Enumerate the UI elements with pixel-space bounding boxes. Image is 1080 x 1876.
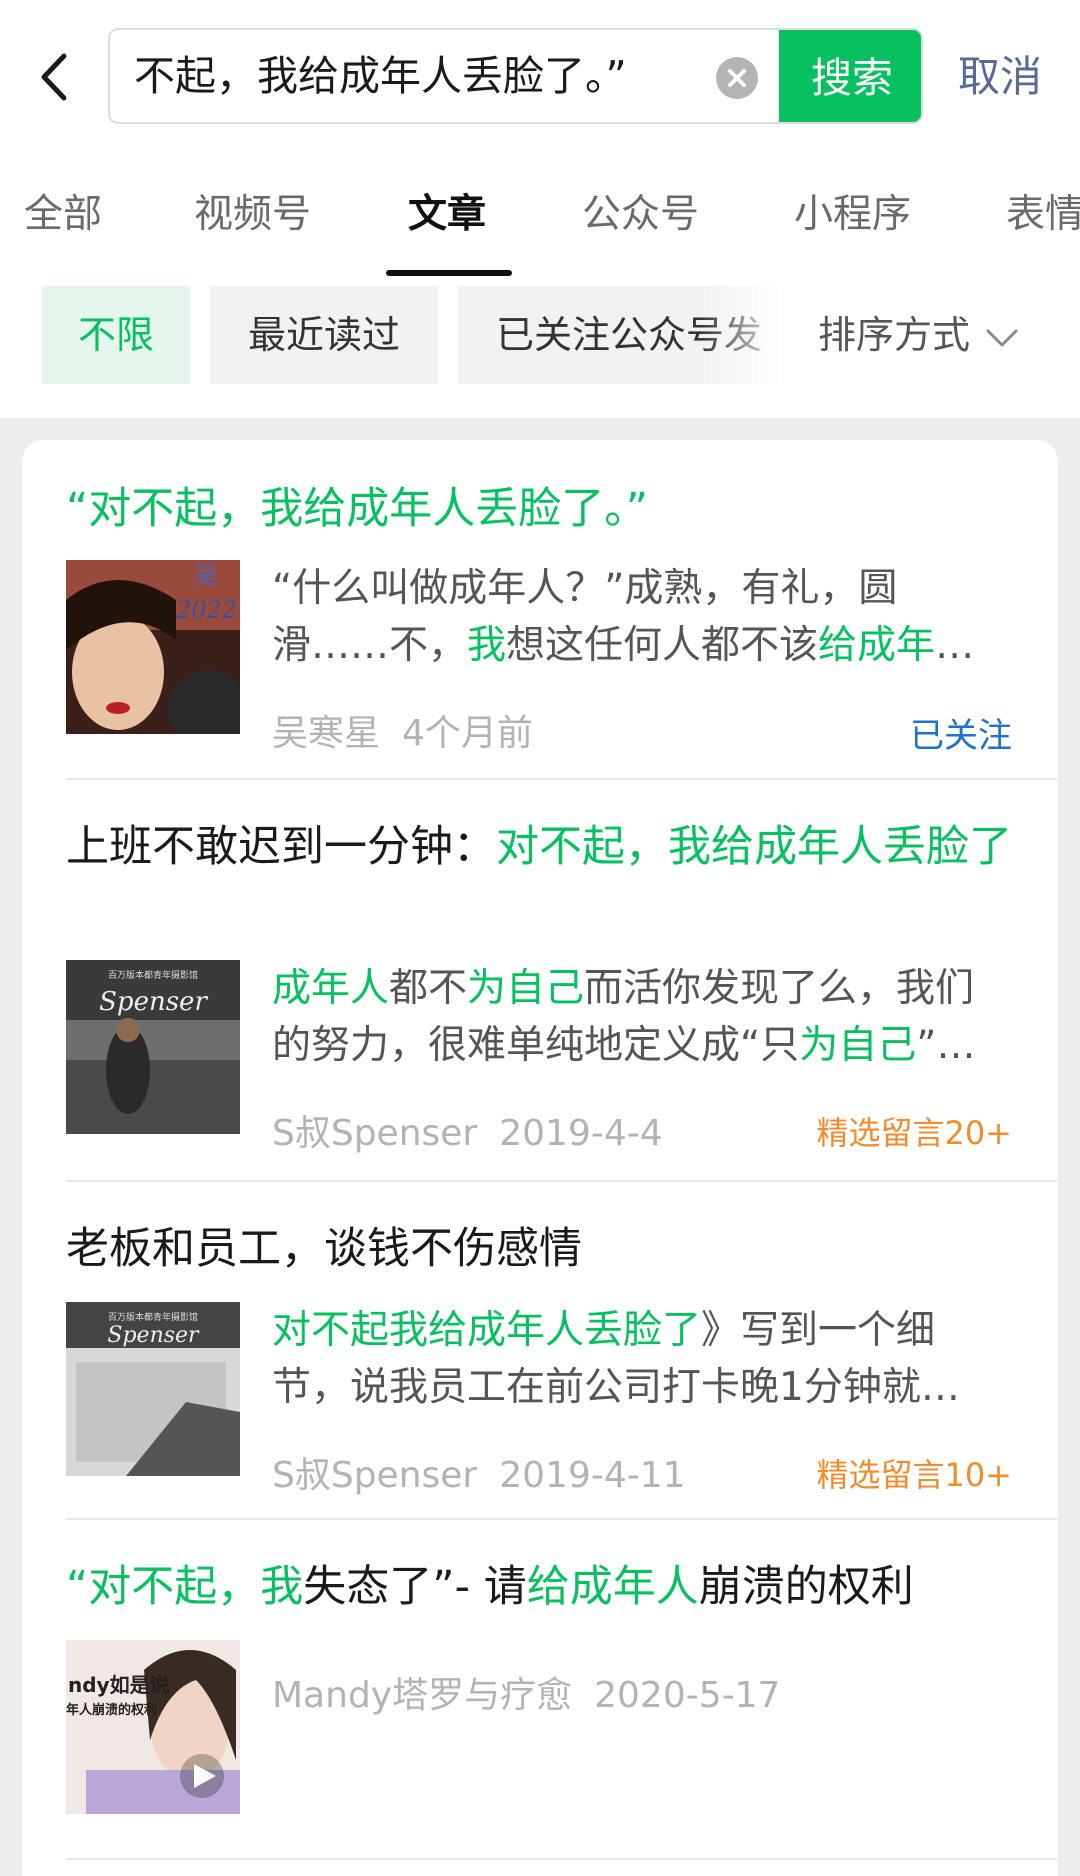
filter-bar: 不限 最近读过 已关注公众号发 排序方式 (0, 286, 1080, 386)
tab-channels[interactable]: 视频号 (194, 170, 311, 260)
thumb-text: 吴 (194, 562, 218, 590)
search-input[interactable] (134, 30, 734, 122)
featured-comments-badge: 精选留言10+ (816, 1456, 1012, 1494)
thumb-text: Spenser (107, 1323, 200, 1348)
cancel-button[interactable]: 取消 (958, 42, 1042, 112)
chevron-down-icon (986, 329, 1018, 346)
result-author: S叔Spenser (272, 1113, 478, 1154)
thumb-text: 百万版本都青年摄影馆 (108, 969, 198, 981)
thumb-text: 2022. (175, 596, 240, 624)
result-meta: 吴寒星 4个月前 (272, 704, 533, 756)
result-item[interactable]: “对不起，我失态了”- 请给成年人崩溃的权利 ndy如是说 年人崩溃的权利 Ma… (66, 1556, 1056, 1814)
result-item[interactable]: “对不起，我给成年人丢脸了。” 吴 2022. “什么叫做成年人？”成熟，有礼，… (66, 478, 1056, 756)
filter-chip-any[interactable]: 不限 (42, 286, 190, 384)
result-title: “对不起，我给成年人丢脸了。” (66, 484, 649, 534)
result-thumbnail: 百万版本都青年摄影馆 Spenser (66, 960, 240, 1134)
result-title: 上班不敢迟到一分钟：对不起，我给成年人丢脸了 (66, 822, 1012, 872)
result-date: 2019-4-4 (499, 1113, 663, 1154)
result-thumbnail: 吴 2022. (66, 560, 240, 734)
thumb-text: ndy如是说 (68, 1673, 170, 1697)
result-date: 2020-5-17 (594, 1675, 781, 1716)
result-meta: S叔Spenser 2019-4-11 (272, 1446, 686, 1498)
tab-articles[interactable]: 文章 (408, 170, 486, 260)
result-thumbnail: 百万版本都青年摄影馆 Spenser (66, 1302, 240, 1476)
results-list: “对不起，我给成年人丢脸了。” 吴 2022. “什么叫做成年人？”成熟，有礼，… (22, 440, 1058, 1876)
result-snippet: 对不起我给成年人丢脸了》写到一个细节，说我员工在前公司打卡晚1分钟就… (272, 1308, 960, 1410)
search-button[interactable]: 搜索 (779, 30, 921, 122)
clear-search-button[interactable] (716, 57, 758, 99)
sort-label: 排序方式 (818, 313, 971, 357)
thumb-text: Spenser (99, 987, 208, 1017)
result-date: 4个月前 (402, 713, 533, 754)
divider (66, 1180, 1058, 1182)
result-item[interactable]: 老板和员工，谈钱不伤感情 百万版本都青年摄影馆 Spenser 对不起我给成年人… (66, 1218, 1056, 1496)
featured-comments-badge: 精选留言20+ (816, 1114, 1012, 1152)
chevron-left-icon (41, 53, 67, 101)
result-title: 老板和员工，谈钱不伤感情 (66, 1224, 582, 1274)
tab-mini-programs[interactable]: 小程序 (794, 170, 911, 260)
thumb-text: 百万版本都青年摄影馆 (108, 1311, 198, 1323)
category-tabs: 全部 视频号 文章 公众号 小程序 表情 (0, 170, 1080, 280)
result-date: 2019-4-11 (499, 1455, 686, 1496)
close-icon (728, 69, 746, 87)
result-thumbnail: ndy如是说 年人崩溃的权利 (66, 1640, 240, 1814)
tab-stickers[interactable]: 表情 (1006, 170, 1080, 260)
result-author: Mandy塔罗与疗愈 (272, 1675, 573, 1716)
result-author: S叔Spenser (272, 1455, 478, 1496)
result-title: “对不起，我失态了”- 请给成年人崩溃的权利 (66, 1562, 914, 1612)
result-author: 吴寒星 (272, 713, 381, 754)
result-snippet: 成年人都不为自己而活你发现了么，我们的努力，很难单纯地定义成“只为自己”… (272, 966, 976, 1068)
followed-badge: 已关注 (910, 716, 1012, 756)
divider (66, 1858, 1058, 1860)
tab-all[interactable]: 全部 (24, 170, 102, 260)
divider (66, 778, 1058, 780)
tab-official-accounts[interactable]: 公众号 (582, 170, 699, 260)
result-snippet: “什么叫做成年人？”成熟，有礼，圆滑……不，我想这任何人都不该给成年… (272, 566, 975, 668)
active-tab-indicator (386, 270, 512, 276)
play-icon (180, 1754, 224, 1798)
sort-dropdown[interactable]: 排序方式 (810, 286, 1021, 384)
thumb-text: 年人崩溃的权利 (66, 1702, 157, 1718)
result-meta: Mandy塔罗与疗愈 2020-5-17 (272, 1666, 780, 1718)
result-meta: S叔Spenser 2019-4-4 (272, 1104, 663, 1156)
filter-chip-recently-read[interactable]: 最近读过 (210, 286, 438, 384)
back-button[interactable] (30, 42, 82, 112)
result-item[interactable]: 上班不敢迟到一分钟：对不起，我给成年人丢脸了 百万版本都青年摄影馆 Spense… (66, 816, 1056, 1154)
filter-fade (700, 286, 810, 384)
divider (66, 1518, 1058, 1520)
search-bar: 搜索 (108, 28, 923, 124)
